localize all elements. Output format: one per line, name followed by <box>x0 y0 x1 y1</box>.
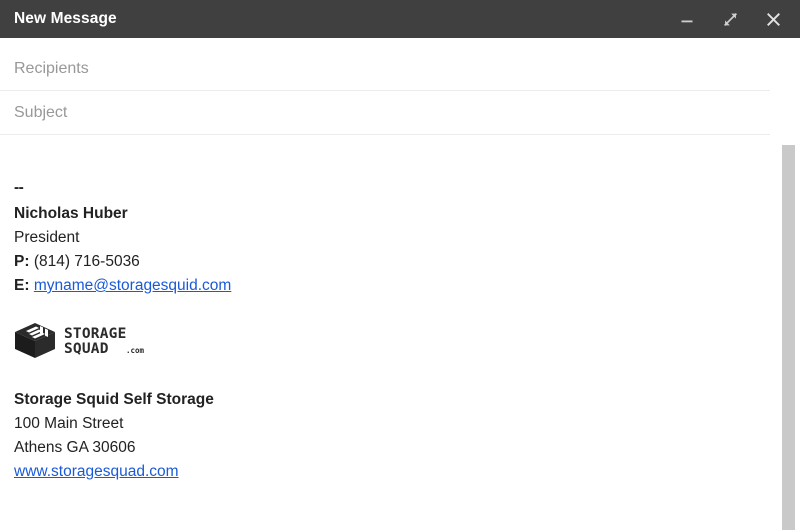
logo-line-1: STORAGE <box>64 326 127 342</box>
body-scrollbar-thumb[interactable] <box>782 145 795 530</box>
signature-job-title: President <box>14 226 770 250</box>
storage-box-icon <box>14 321 58 361</box>
signature-email-row: E: myname@storagesquid.com <box>14 274 770 298</box>
logo-line-2: SQUAD <box>64 341 109 357</box>
company-name: Storage Squid Self Storage <box>14 388 770 412</box>
recipients-field[interactable]: Recipients <box>0 47 770 91</box>
body-scrollbar-track[interactable] <box>770 136 800 530</box>
expand-icon <box>722 11 739 28</box>
phone-value: (814) 716-5036 <box>34 253 140 270</box>
email-link[interactable]: myname@storagesquid.com <box>34 277 232 294</box>
subject-field[interactable]: Subject <box>0 91 770 135</box>
signature-phone-row: P: (814) 716-5036 <box>14 250 770 274</box>
page-title: New Message <box>14 0 117 38</box>
compose-titlebar[interactable]: New Message <box>0 0 800 38</box>
email-label: E: <box>14 277 30 294</box>
minimize-icon <box>679 11 695 27</box>
website-link[interactable]: www.storagesquad.com <box>14 463 179 480</box>
close-icon <box>765 11 782 28</box>
storage-squad-logo: STORAGE SQUAD .com <box>14 320 770 362</box>
message-body[interactable]: -- Nicholas Huber President P: (814) 716… <box>0 136 770 530</box>
signature-address: Storage Squid Self Storage 100 Main Stre… <box>14 388 770 484</box>
logo-suffix: .com <box>126 346 145 355</box>
street-address: 100 Main Street <box>14 412 770 436</box>
recipients-placeholder: Recipients <box>14 59 89 79</box>
signature-name: Nicholas Huber <box>14 202 770 226</box>
storage-squad-wordmark: STORAGE SQUAD .com <box>64 324 160 358</box>
expand-button[interactable] <box>719 8 741 30</box>
subject-placeholder: Subject <box>14 103 67 123</box>
close-button[interactable] <box>762 8 784 30</box>
window-controls <box>676 8 784 30</box>
phone-label: P: <box>14 253 30 270</box>
website-row: www.storagesquad.com <box>14 460 770 484</box>
signature-separator: -- <box>14 180 770 196</box>
minimize-button[interactable] <box>676 8 698 30</box>
city-state-zip: Athens GA 30606 <box>14 436 770 460</box>
compose-window: New Message <box>0 0 800 530</box>
